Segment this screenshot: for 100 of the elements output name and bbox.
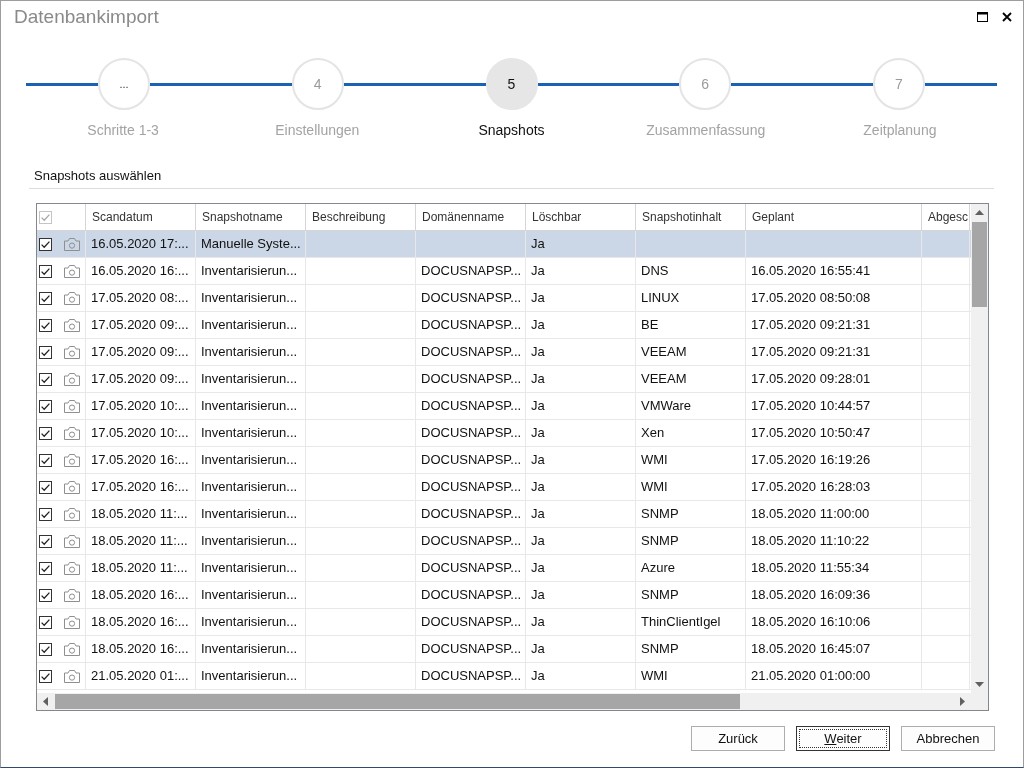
row-checkbox[interactable] xyxy=(39,345,52,359)
row-checkbox[interactable] xyxy=(39,588,52,602)
camera-icon xyxy=(64,237,80,251)
row-checkbox[interactable] xyxy=(39,318,52,332)
table-cell-text: 17.05.2020 09:21:31 xyxy=(751,343,871,362)
table-cell-text: SNMP xyxy=(641,532,679,551)
table-cell-text: Inventarisierun... xyxy=(201,262,298,281)
table-cell-text: WMI xyxy=(641,451,668,470)
table-row[interactable]: 17.05.2020 10:... Inventarisierun... DOCUSNAPSP... Ja Xen 17.05.2020 10:50:47 xyxy=(37,420,971,447)
table-row[interactable]: 17.05.2020 09:... Inventarisierun... DOCUSNAPSP... Ja VEEAM 17.05.2020 09:28:01 xyxy=(37,366,971,393)
table-cell-text: DOCUSNAPSP... xyxy=(421,289,522,308)
camera-icon xyxy=(64,372,80,386)
row-checkbox[interactable] xyxy=(39,372,52,386)
table-cell-text: Inventarisierun... xyxy=(201,451,298,470)
row-checkbox[interactable] xyxy=(39,615,52,629)
table-row[interactable]: 16.05.2020 16:... Inventarisierun... DOCUSNAPSP... Ja DNS 16.05.2020 16:55:41 xyxy=(37,258,971,285)
table-row[interactable]: 17.05.2020 16:... Inventarisierun... DOCUSNAPSP... Ja WMI 17.05.2020 16:28:03 xyxy=(37,474,971,501)
connector-line xyxy=(26,82,98,86)
row-checkbox[interactable] xyxy=(39,480,52,494)
dialog-button[interactable]: Weiter xyxy=(796,726,890,751)
table-cell-text: 18.05.2020 11:00:00 xyxy=(751,505,870,524)
table-cell-text: 17.05.2020 16:... xyxy=(91,478,189,497)
dialog-button[interactable]: Abbrechen xyxy=(901,726,995,751)
table-cell-text: 17.05.2020 09:... xyxy=(91,316,189,335)
column-header[interactable]: Abgesc xyxy=(922,204,970,230)
table-cell-text: DOCUSNAPSP... xyxy=(421,640,522,659)
table-row[interactable]: 18.05.2020 11:... Inventarisierun... DOCUSNAPSP... Ja SNMP 18.05.2020 11:00:00 xyxy=(37,501,971,528)
table-cell-text: 17.05.2020 10:... xyxy=(91,397,189,416)
table-cell-text: DOCUSNAPSP... xyxy=(421,586,522,605)
table-cell-text: DOCUSNAPSP... xyxy=(421,424,522,443)
close-button[interactable] xyxy=(1000,10,1014,24)
table-cell-text: DOCUSNAPSP... xyxy=(421,559,522,578)
row-checkbox[interactable] xyxy=(39,291,52,305)
camera-icon xyxy=(64,588,80,602)
column-header[interactable]: Beschreibung xyxy=(306,204,416,230)
table-row[interactable]: 17.05.2020 08:... Inventarisierun... DOCUSNAPSP... Ja LINUX 17.05.2020 08:50:08 xyxy=(37,285,971,312)
column-header[interactable]: Geplant xyxy=(746,204,922,230)
table-cell-text: 18.05.2020 16:45:07 xyxy=(751,640,871,659)
row-checkbox[interactable] xyxy=(39,561,52,575)
table-cell-text: Ja xyxy=(531,397,545,416)
table-cell-text: Ja xyxy=(531,316,545,335)
table-row[interactable]: 16.05.2020 17:... Manuelle Syste... Ja xyxy=(37,231,971,258)
row-checkbox[interactable] xyxy=(39,507,52,521)
table-row[interactable]: 17.05.2020 09:... Inventarisierun... DOCUSNAPSP... Ja BE 17.05.2020 09:21:31 xyxy=(37,312,971,339)
table-row[interactable]: 18.05.2020 16:... Inventarisierun... DOCUSNAPSP... Ja ThinClientIgel 18.05.2020 16:10:06 xyxy=(37,609,971,636)
vertical-scrollbar[interactable] xyxy=(971,204,988,693)
scrollbar-thumb[interactable] xyxy=(972,222,987,307)
table-row[interactable]: 18.05.2020 16:... Inventarisierun... DOCUSNAPSP... Ja SNMP 18.05.2020 16:45:07 xyxy=(37,636,971,663)
row-checkbox[interactable] xyxy=(39,642,52,656)
table-cell-text: 17.05.2020 16:28:03 xyxy=(751,478,871,497)
row-checkbox[interactable] xyxy=(39,669,52,683)
column-header[interactable]: Löschbar xyxy=(526,204,636,230)
table-cell-text: 21.05.2020 01:00:00 xyxy=(751,667,871,686)
table-cell-text: Ja xyxy=(531,451,545,470)
table-row[interactable]: 21.05.2020 01:... Inventarisierun... DOCUSNAPSP... Ja WMI 21.05.2020 01:00:00 xyxy=(37,663,971,690)
table-row[interactable]: 18.05.2020 11:... Inventarisierun... DOCUSNAPSP... Ja Azure 18.05.2020 11:55:34 xyxy=(37,555,971,582)
column-header[interactable]: Snapshotname xyxy=(196,204,306,230)
table-cell-text: DOCUSNAPSP... xyxy=(421,397,522,416)
table-cell-text: DOCUSNAPSP... xyxy=(421,532,522,551)
table-cell-text: VEEAM xyxy=(641,343,687,362)
table-row[interactable]: 17.05.2020 16:... Inventarisierun... DOCUSNAPSP... Ja WMI 17.05.2020 16:19:26 xyxy=(37,447,971,474)
row-checkbox[interactable] xyxy=(39,426,52,440)
table-row[interactable]: 18.05.2020 11:... Inventarisierun... DOCUSNAPSP... Ja SNMP 18.05.2020 11:10:22 xyxy=(37,528,971,555)
table-cell-text: DOCUSNAPSP... xyxy=(421,478,522,497)
column-header[interactable]: Domänenname xyxy=(416,204,526,230)
maximize-button[interactable] xyxy=(975,10,989,24)
camera-icon xyxy=(64,642,80,656)
section-title: Snapshots auswählen xyxy=(34,168,162,183)
row-checkbox[interactable] xyxy=(39,453,52,467)
table-cell-text: VEEAM xyxy=(641,370,687,389)
table-cell-text: 18.05.2020 11:55:34 xyxy=(751,559,870,578)
table-cell-text: BE xyxy=(641,316,659,335)
scrollbar-thumb[interactable] xyxy=(55,694,740,709)
table-cell-text: DOCUSNAPSP... xyxy=(421,316,522,335)
table-cell-text: 18.05.2020 16:09:36 xyxy=(751,586,871,605)
horizontal-scrollbar[interactable] xyxy=(37,693,971,710)
step-label: Schritte 1-3 xyxy=(87,121,159,140)
row-checkbox[interactable] xyxy=(39,237,52,251)
table-cell-text: 18.05.2020 16:... xyxy=(91,586,189,605)
table-cell-text: Inventarisierun... xyxy=(201,370,298,389)
triangle-right-icon xyxy=(960,697,965,706)
row-checkbox[interactable] xyxy=(39,399,52,413)
table-row[interactable]: 17.05.2020 09:... Inventarisierun... DOCUSNAPSP... Ja VEEAM 17.05.2020 09:21:31 xyxy=(37,339,971,366)
camera-icon xyxy=(64,534,80,548)
row-checkbox[interactable] xyxy=(39,534,52,548)
table-cell-text: Inventarisierun... xyxy=(201,532,298,551)
row-checkbox[interactable] xyxy=(39,264,52,278)
table-cell-text: Inventarisierun... xyxy=(201,640,298,659)
step-label: Einstellungen xyxy=(275,121,360,140)
table-cell-text: SNMP xyxy=(641,505,679,524)
camera-icon xyxy=(64,453,80,467)
column-header[interactable]: Snapshotinhalt xyxy=(636,204,746,230)
column-header[interactable]: Scandatum xyxy=(86,204,196,230)
table-cell-text: 18.05.2020 11:... xyxy=(91,505,188,524)
table-row[interactable]: 18.05.2020 16:... Inventarisierun... DOCUSNAPSP... Ja SNMP 18.05.2020 16:09:36 xyxy=(37,582,971,609)
table-cell-text: Azure xyxy=(641,559,675,578)
table-cell-text: DOCUSNAPSP... xyxy=(421,667,522,686)
table-row[interactable]: 17.05.2020 10:... Inventarisierun... DOCUSNAPSP... Ja VMWare 17.05.2020 10:44:57 xyxy=(37,393,971,420)
dialog-button[interactable]: Zurück xyxy=(691,726,785,751)
table-cell-text: DOCUSNAPSP... xyxy=(421,451,522,470)
